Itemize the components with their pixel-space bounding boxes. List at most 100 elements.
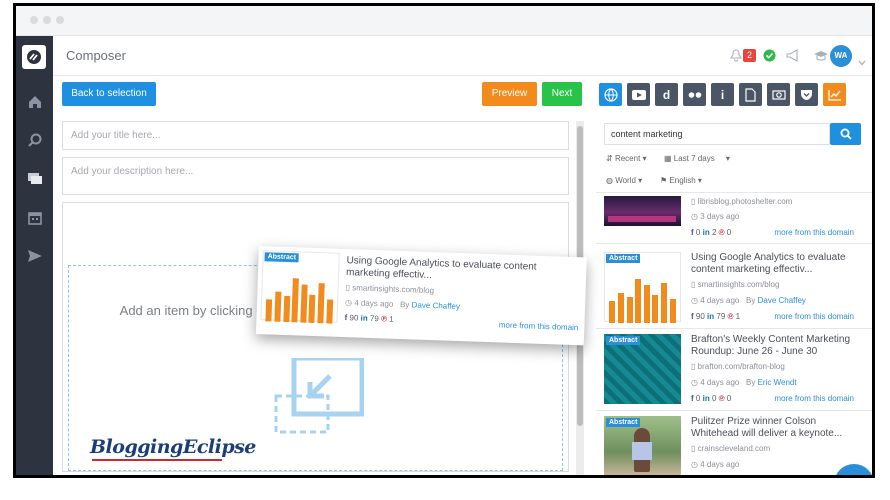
drop-image-icon [274, 355, 365, 439]
language-value: English [669, 176, 696, 185]
info-source-icon[interactable]: i [711, 83, 734, 106]
linkedin-count: 2 [711, 228, 717, 237]
result-age: 4 days ago [700, 296, 740, 305]
result-age: 3 days ago [700, 212, 740, 221]
graduation-cap-icon[interactable] [813, 49, 829, 67]
divider [596, 192, 872, 193]
pinterest-count: 0 [726, 394, 732, 403]
result-card[interactable]: ▯ librisblog.photoshelter.com ◷ 3 days a… [604, 196, 854, 244]
clock-icon: ◷ [691, 378, 701, 387]
search-icon[interactable] [25, 130, 45, 150]
result-title[interactable]: Pulitzer Prize winner Colson Whitehead w… [691, 416, 856, 440]
window-dot[interactable] [56, 16, 64, 24]
facebook-icon: f [691, 228, 694, 237]
date-value: Last 7 days [673, 154, 715, 163]
bar-chart-thumbnail [605, 259, 680, 323]
more-from-domain-link[interactable]: more from this domain [774, 394, 854, 403]
window-titlebar [16, 6, 872, 36]
youtube-source-icon[interactable] [627, 83, 650, 106]
pinterest-icon: ℗ [380, 314, 388, 324]
abstract-badge: Abstract [606, 336, 641, 345]
domain-icon: ▯ [691, 280, 698, 289]
more-from-domain-link[interactable]: more from this domain [774, 312, 854, 321]
watermark-underline [92, 459, 222, 461]
title-input[interactable]: Add your title here... [62, 121, 569, 150]
pinterest-count: 1 [389, 314, 394, 324]
linkedin-icon: in [702, 228, 710, 237]
results-scroll-thumb[interactable] [872, 318, 875, 370]
composer-icon[interactable] [25, 168, 45, 188]
result-card[interactable]: Abstract Pulitzer Prize winner Colson Wh… [604, 416, 856, 475]
globe-small-icon: ◍ [606, 176, 616, 185]
search-icon [840, 128, 852, 140]
result-card[interactable]: Abstract Brafton's Weekly Content Market… [604, 334, 854, 406]
linkedin-icon: in [707, 312, 715, 321]
window-dot[interactable] [43, 16, 51, 24]
date-filter[interactable]: ▦ Last 7 days ▾ [664, 154, 730, 163]
pinterest-icon: ℗ [718, 394, 725, 403]
bar-chart-thumbnail [261, 257, 338, 324]
bell-icon[interactable] [729, 49, 743, 67]
web-source-icon[interactable] [599, 83, 622, 106]
result-title[interactable]: Using Google Analytics to evaluate conte… [691, 252, 856, 276]
nav-sidebar [16, 36, 53, 475]
document-source-icon[interactable] [739, 83, 762, 106]
linkedin-count: 0 [711, 394, 717, 403]
region-filter[interactable]: ◍ World ▾ [606, 176, 642, 185]
pinterest-icon: ℗ [727, 312, 734, 321]
divider [596, 328, 872, 329]
language-filter[interactable]: ⚑ English ▾ [660, 176, 702, 185]
pocket-source-icon[interactable] [795, 83, 818, 106]
camera-source-icon[interactable] [767, 83, 790, 106]
notification-badge[interactable]: 2 [743, 49, 756, 62]
calendar-small-icon: ▦ [664, 154, 674, 163]
description-input[interactable]: Add your description here... [62, 157, 569, 195]
divider [596, 243, 872, 244]
next-button[interactable]: Next [542, 82, 582, 106]
clock-icon: ◷ [691, 296, 701, 305]
check-circle-icon[interactable] [763, 49, 776, 67]
author-link[interactable]: Dave Chaffey [758, 296, 806, 305]
result-age: 4 days ago [700, 460, 740, 469]
result-domain: smartinsights.com/blog [697, 280, 780, 289]
clock-icon: ◷ [691, 212, 701, 221]
result-domain: smartinsights.com/blog [352, 283, 435, 296]
facebook-count: 0 [695, 394, 701, 403]
megaphone-icon[interactable] [786, 49, 800, 67]
app-logo-icon[interactable] [22, 45, 46, 69]
domain-icon: ▯ [691, 197, 698, 206]
send-icon[interactable] [25, 246, 45, 266]
chevron-down-icon[interactable] [858, 53, 866, 71]
user-avatar[interactable]: WA [830, 45, 852, 67]
search-input[interactable]: content marketing [604, 123, 830, 145]
back-to-selection-button[interactable]: Back to selection [62, 82, 156, 106]
author-link[interactable]: Eric Wendt [758, 378, 797, 387]
abstract-badge: Abstract [606, 254, 641, 263]
trending-source-icon[interactable] [823, 83, 846, 106]
by-label: By [746, 378, 756, 387]
domain-icon: ▯ [691, 444, 698, 453]
flickr-source-icon[interactable] [683, 83, 706, 106]
more-from-domain-link[interactable]: more from this domain [774, 228, 854, 237]
search-button[interactable] [830, 123, 861, 145]
app-window: Composer 2 WA Back to selection Preview … [13, 3, 875, 478]
dailymotion-source-icon[interactable]: d [655, 83, 678, 106]
facebook-icon: f [344, 313, 348, 323]
window-dot[interactable] [30, 16, 38, 24]
by-label: By [746, 296, 756, 305]
facebook-count: 90 [695, 312, 705, 321]
linkedin-icon: in [702, 394, 710, 403]
results-scrollbar[interactable] [872, 192, 875, 478]
dragged-result-card[interactable]: Abstract Using Google Analytics to evalu… [255, 246, 587, 346]
facebook-count: 90 [349, 313, 359, 323]
calendar-icon[interactable] [25, 208, 45, 228]
more-from-domain-link: more from this domain [498, 320, 579, 333]
pinterest-icon: ℗ [718, 228, 725, 237]
result-title[interactable]: Brafton's Weekly Content Marketing Round… [691, 334, 856, 358]
home-icon[interactable] [25, 92, 45, 112]
preview-button[interactable]: Preview [482, 82, 537, 106]
domain-icon: ▯ [691, 362, 698, 371]
sort-filter[interactable]: ⇵ Recent ▾ [606, 154, 647, 163]
result-card[interactable]: Abstract Using Google Analytics to evalu… [604, 252, 854, 324]
linkedin-count: 79 [716, 312, 726, 321]
